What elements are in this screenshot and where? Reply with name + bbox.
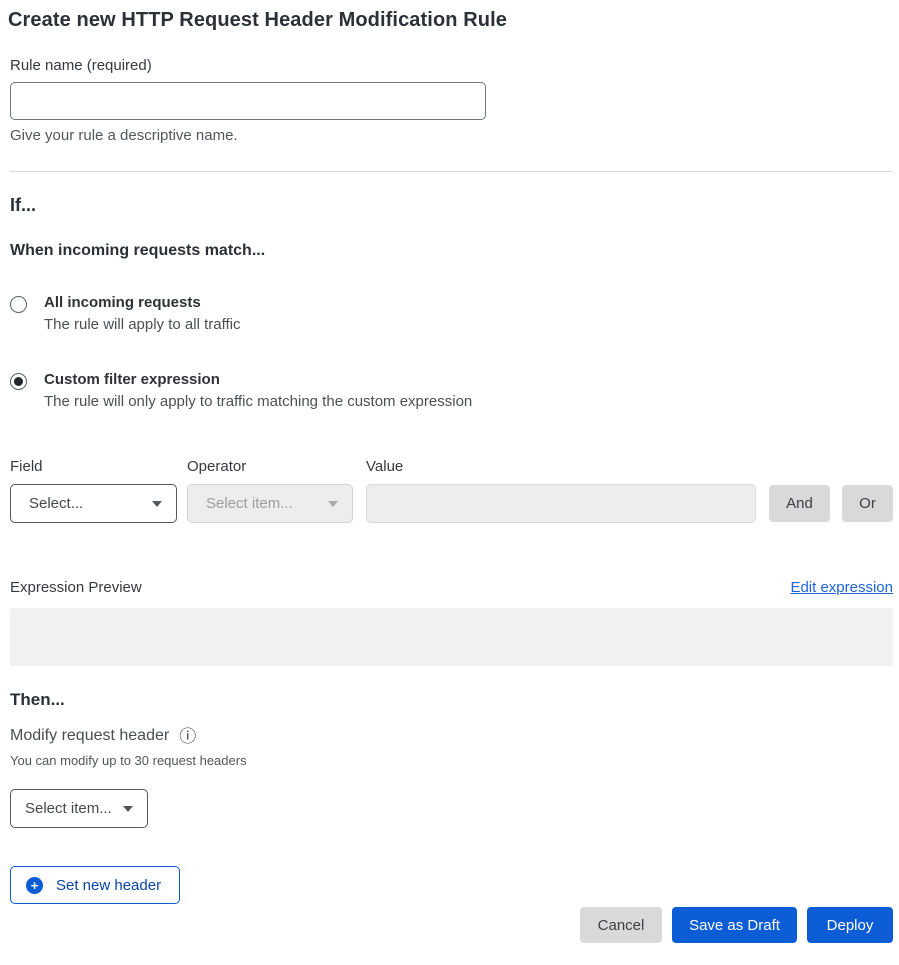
option-all-incoming-requests[interactable]: All incoming requests The rule will appl… <box>10 294 893 333</box>
andor-buttons: And Or <box>769 485 893 522</box>
option-description: The rule will apply to all traffic <box>44 316 240 333</box>
option-label: All incoming requests <box>44 294 240 311</box>
field-select[interactable]: Select... <box>10 484 177 523</box>
chevron-down-icon <box>123 806 133 812</box>
edit-expression-link[interactable]: Edit expression <box>790 579 893 596</box>
set-new-header-label: Set new header <box>56 877 161 894</box>
save-as-draft-button[interactable]: Save as Draft <box>672 907 797 943</box>
and-button[interactable]: And <box>769 485 830 522</box>
page-title: Create new HTTP Request Header Modificat… <box>8 9 893 32</box>
header-item-select-value: Select item... <box>25 800 112 817</box>
chevron-down-icon <box>152 501 162 507</box>
radio-dot <box>14 377 23 386</box>
field-select-value: Select... <box>29 495 83 512</box>
modify-request-header-row: Modify request header ⓘ <box>10 727 893 745</box>
section-divider <box>10 171 893 172</box>
expression-builder-row: Field Select... Operator Select item... … <box>10 458 893 523</box>
then-heading: Then... <box>10 690 893 710</box>
info-icon[interactable]: ⓘ <box>179 728 196 745</box>
option-custom-filter-expression[interactable]: Custom filter expression The rule will o… <box>10 371 893 410</box>
expression-preview-box <box>10 608 893 666</box>
cancel-button[interactable]: Cancel <box>580 907 662 943</box>
expression-preview-label: Expression Preview <box>10 579 142 596</box>
rule-name-help: Give your rule a descriptive name. <box>10 127 893 144</box>
footer-actions: Cancel Save as Draft Deploy <box>10 907 893 943</box>
header-item-select[interactable]: Select item... <box>10 789 148 828</box>
radio-all-incoming-requests[interactable] <box>10 296 27 313</box>
value-label: Value <box>366 458 756 475</box>
option-description: The rule will only apply to traffic matc… <box>44 393 472 410</box>
rule-name-input[interactable] <box>10 82 486 120</box>
option-label: Custom filter expression <box>44 371 472 388</box>
create-rule-form: Create new HTTP Request Header Modificat… <box>10 9 893 943</box>
expression-preview-header: Expression Preview Edit expression <box>10 579 893 596</box>
operator-select[interactable]: Select item... <box>187 484 353 523</box>
when-incoming-heading: When incoming requests match... <box>10 242 893 260</box>
plus-circle-icon: + <box>26 877 43 894</box>
operator-select-value: Select item... <box>206 495 293 512</box>
rule-name-label: Rule name (required) <box>10 57 893 74</box>
modify-header-help: You can modify up to 30 request headers <box>10 753 893 768</box>
radio-custom-filter-expression[interactable] <box>10 373 27 390</box>
value-input[interactable] <box>366 484 756 523</box>
modify-request-header-label: Modify request header <box>10 727 169 745</box>
option-text: Custom filter expression The rule will o… <box>44 371 472 410</box>
set-new-header-button[interactable]: + Set new header <box>10 866 180 904</box>
deploy-button[interactable]: Deploy <box>807 907 893 943</box>
option-text: All incoming requests The rule will appl… <box>44 294 240 333</box>
chevron-down-icon <box>328 501 338 507</box>
operator-label: Operator <box>187 458 353 475</box>
field-label: Field <box>10 458 177 475</box>
if-heading: If... <box>10 195 893 216</box>
or-button[interactable]: Or <box>842 485 893 522</box>
